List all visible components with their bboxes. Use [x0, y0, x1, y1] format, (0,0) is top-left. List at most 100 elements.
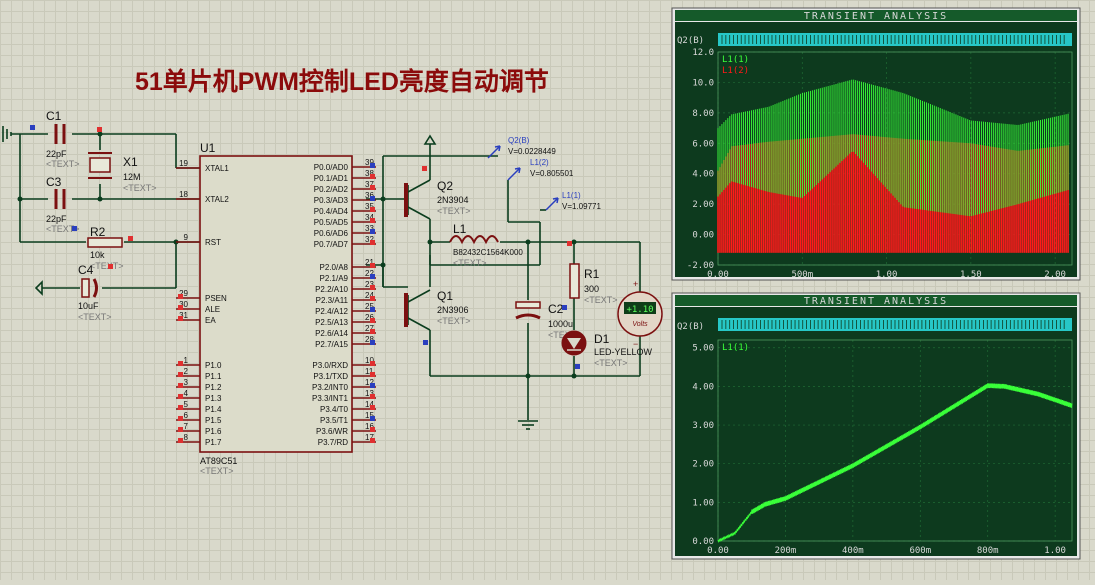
pin-number: 18 — [179, 190, 188, 199]
pin-state — [370, 427, 375, 432]
pin-name: P2.7/A15 — [315, 340, 348, 349]
pin-state — [370, 240, 375, 245]
graph-transient-2[interactable]: TRANSIENT ANALYSIS Q2(B) 5.00 4.00 3.00 2.0… — [671, 292, 1081, 560]
pin-name: P0.7/AD7 — [314, 240, 349, 249]
q1-text: <TEXT> — [437, 316, 471, 326]
pin-state — [178, 372, 183, 377]
crystal-x1[interactable]: X1 12M <TEXT> — [88, 152, 157, 193]
pin-state — [370, 361, 375, 366]
r1-text: <TEXT> — [584, 295, 618, 305]
x-tick-label: 1.00 — [1044, 546, 1066, 556]
c2-value: 1000u — [548, 319, 573, 329]
pin-number: 8 — [184, 433, 189, 442]
probe-q2b[interactable]: Q2(B) V=0.0228449 — [487, 136, 556, 159]
x-tick-label: 1.50 — [960, 270, 982, 280]
probe-l1-1[interactable]: L1(1) V=1.09771 — [545, 191, 601, 211]
q1-ref: Q1 — [437, 289, 453, 303]
pin-name: P1.7 — [205, 438, 222, 447]
pin-name: P1.6 — [205, 427, 222, 436]
c3-value: 22pF — [46, 214, 67, 224]
x-tick-label: 1.00 — [876, 270, 898, 280]
pin-name: P3.7/RD — [318, 438, 348, 447]
pin-state — [178, 294, 183, 299]
resistor-r1[interactable]: R1 300 <TEXT> — [569, 263, 618, 305]
legend-entry: L1(2) — [722, 66, 749, 76]
r1-ref: R1 — [584, 267, 600, 281]
pin-name: PSEN — [205, 294, 227, 303]
schematic-canvas[interactable]: 51单片机PWM控制LED亮度自动调节 C1 22pF <TEXT> C3 22… — [0, 0, 1095, 580]
pin-name: XTAL1 — [205, 164, 229, 173]
pin-name: P0.2/AD2 — [314, 185, 349, 194]
transistor-q2[interactable]: Q2 2N3904 <TEXT> — [404, 179, 471, 217]
capacitor-c1[interactable]: C1 22pF <TEXT> — [46, 109, 80, 169]
graph-transient-1[interactable]: TRANSIENT ANALYSIS Q2(B) 12.0 10.0 8.00 6.0… — [671, 7, 1081, 281]
pin-state — [178, 427, 183, 432]
x-tick-label: 600m — [909, 546, 931, 556]
pin-name: P2.6/A14 — [315, 329, 348, 338]
pin-state — [370, 329, 375, 334]
pin-name: P2.3/A11 — [316, 296, 349, 305]
pin-name: P1.0 — [205, 361, 222, 370]
pin-state — [370, 394, 375, 399]
inductor-l1[interactable]: L1 B82432C1564K000 <TEXT> — [449, 222, 523, 268]
pin-name: EA — [205, 316, 216, 325]
c4-text: <TEXT> — [78, 312, 112, 322]
schematic[interactable]: 51单片机PWM控制LED亮度自动调节 C1 22pF <TEXT> C3 22… — [0, 0, 1095, 580]
c3-ref: C3 — [46, 175, 62, 189]
pin-name: P0.4/AD4 — [314, 207, 349, 216]
pin-name: ALE — [205, 305, 220, 314]
page-title: 51单片机PWM控制LED亮度自动调节 — [135, 67, 549, 96]
pin-state — [178, 394, 183, 399]
probe-l1-2-value: V=0.805501 — [530, 169, 574, 178]
d1-text: <TEXT> — [594, 358, 628, 368]
pin-name: P1.4 — [205, 405, 222, 414]
pin-state — [370, 174, 375, 179]
d1-value: LED-YELLOW — [594, 347, 653, 357]
pin-name: P0.5/AD5 — [314, 218, 349, 227]
pin-state — [370, 296, 375, 301]
pin-number: 3 — [184, 378, 189, 387]
capacitor-c3[interactable]: C3 22pF <TEXT> — [46, 175, 80, 234]
probe-l1-1-value: V=1.09771 — [562, 202, 601, 211]
x-tick-label: 0.00 — [707, 270, 729, 280]
c1-value: 22pF — [46, 149, 67, 159]
y-tick-label: 2.00 — [692, 460, 714, 470]
capacitor-c4[interactable]: C4 10uF <TEXT> — [78, 263, 112, 322]
voltmeter-reading: +1.10 — [626, 305, 653, 315]
r2-ref: R2 — [90, 225, 106, 239]
y-tick-label: 5.00 — [692, 344, 714, 354]
pin-name: P0.3/AD3 — [314, 196, 349, 205]
pin-state — [178, 438, 183, 443]
y-tick-label: 12.0 — [692, 48, 714, 58]
y-tick-label: 3.00 — [692, 421, 714, 431]
pin-number: 6 — [184, 411, 189, 420]
mcu-u1[interactable]: U1 AT89C51 <TEXT> 19XTAL118XTAL29RST29PS… — [176, 141, 376, 476]
graph2-digital-label: Q2(B) — [677, 322, 704, 332]
legend-entry: L1(1) — [722, 55, 749, 65]
pin-name: P0.0/AD0 — [314, 163, 349, 172]
pin-state — [178, 316, 183, 321]
pin-number: 5 — [184, 400, 189, 409]
pin-state — [370, 372, 375, 377]
pin-name: P1.3 — [205, 394, 222, 403]
l1-value: B82432C1564K000 — [453, 248, 523, 257]
pin-name: P2.1/A9 — [320, 274, 349, 283]
probe-l1-2[interactable]: L1(2) V=0.805501 — [507, 158, 574, 181]
pin-state — [370, 285, 375, 290]
y-tick-label: 1.00 — [692, 498, 714, 508]
l1-text: <TEXT> — [453, 258, 487, 268]
pin-number: 1 — [184, 356, 189, 365]
c4-value: 10uF — [78, 301, 99, 311]
pin-name: P3.2/INT0 — [312, 383, 349, 392]
probe-q2b-name: Q2(B) — [508, 136, 530, 145]
x-tick-label: 500m — [791, 270, 813, 280]
graph1-digital-label: Q2(B) — [677, 36, 704, 46]
c4-ref: C4 — [78, 263, 94, 277]
x1-value: 12M — [123, 172, 141, 182]
probe-l1-1-name: L1(1) — [562, 191, 581, 200]
q1-value: 2N3906 — [437, 305, 469, 315]
graph2-title: TRANSIENT ANALYSIS — [804, 296, 948, 307]
pin-state — [370, 416, 375, 421]
pin-state — [370, 263, 375, 268]
y-tick-label: 6.00 — [692, 139, 714, 149]
